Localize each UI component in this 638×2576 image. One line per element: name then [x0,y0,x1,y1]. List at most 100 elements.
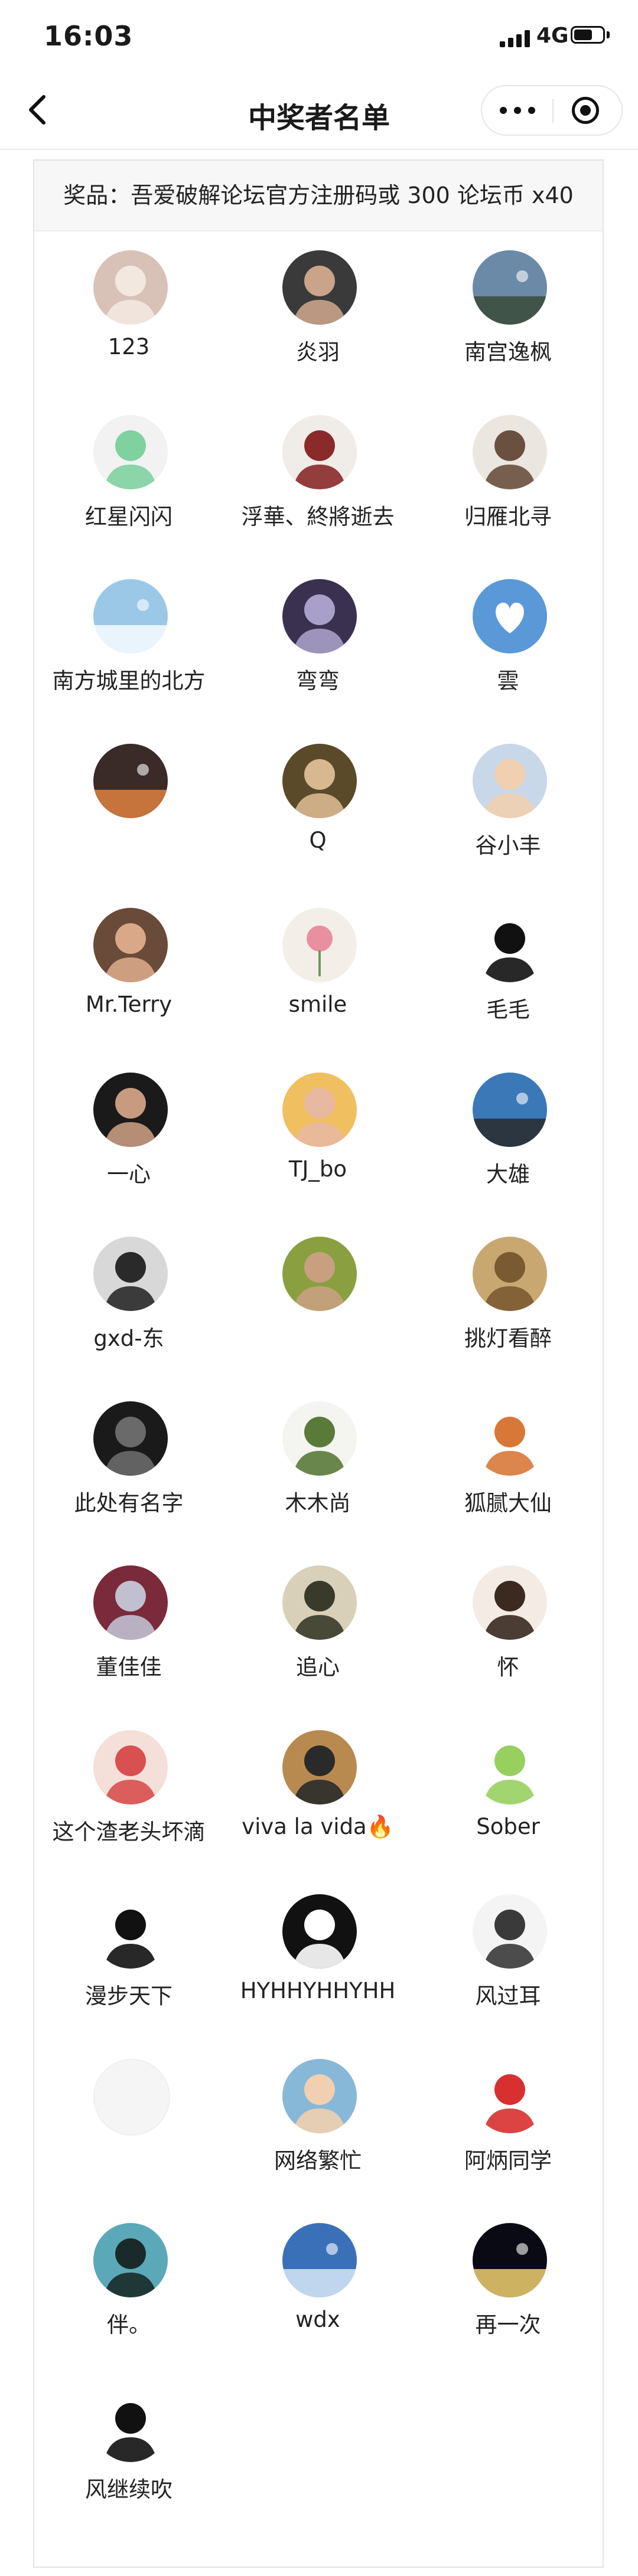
avatar [473,1072,547,1147]
winner-item: 归雁北寻 [414,400,603,564]
avatar [473,250,547,325]
winner-name: smile [288,992,347,1017]
avatar [93,2223,168,2297]
winner-item: gxd-东 [34,1221,223,1385]
winner-name: 大雄 [486,1161,530,1187]
winner-name: 阿炳同学 [464,2147,552,2173]
avatar [282,908,357,982]
avatar [473,2223,547,2297]
winner-name: 伴。 [107,2312,151,2338]
winner-name: gxd-东 [93,1326,164,1351]
prize-banner: 奖品：吾爱破解论坛官方注册码或 300 论坛币 x40 [34,161,603,231]
winner-item: 木木尚 [223,1386,412,1550]
avatar [282,250,357,325]
winner-name: 南方城里的北方 [52,668,206,694]
winner-item: 一心 [34,1057,223,1221]
more-dots-icon[interactable] [500,104,535,118]
winner-name: 弯弯 [296,668,340,694]
battery-icon [571,26,605,44]
winner-name: 南宫逸枫 [464,339,552,365]
winner-name: HYHHYHHYHH [240,1978,396,2003]
nav-bar: 中奖者名单 [0,76,638,150]
avatar [93,1894,168,1969]
avatar [93,908,168,982]
winner-item: 阿炳同学 [414,2044,603,2208]
avatar [282,2058,357,2133]
network-type: 4G [536,24,569,48]
signal-icon [500,30,533,47]
winner-item: smile [223,893,412,1057]
avatar [473,414,547,489]
winner-name: 追心 [296,1655,340,1680]
avatar [282,1401,357,1476]
winner-name: 雲 [497,668,519,694]
capsule-divider [552,99,554,123]
winner-name: 木木尚 [285,1490,351,1516]
winner-item: 南宫逸枫 [414,235,603,399]
winner-item: TJ_bo [223,1057,412,1221]
winner-item: HYHHYHHYHH [223,1879,412,2043]
winner-name: Q [309,827,327,853]
winner-item: 毛毛 [414,893,603,1057]
avatar [282,743,357,818]
avatar [93,1237,168,1311]
avatar [473,908,547,982]
winner-item: 狐腻大仙 [414,1386,603,1550]
winner-name: 此处有名字 [74,1490,184,1516]
winner-name: 风继续吹 [85,2476,172,2502]
avatar [282,579,357,653]
winner-item: wdx [223,2208,412,2372]
winner-name: 漫步天下 [85,1983,172,2009]
avatar [473,1730,547,1804]
avatar [93,579,168,653]
winner-name: 123 [108,334,150,359]
winner-item: 风继续吹 [34,2372,223,2536]
avatar [473,1894,547,1969]
winner-item: 123 [34,235,223,399]
avatar [282,1237,357,1311]
winner-item: Sober [414,1715,603,1879]
winner-name: 浮華、終將逝去 [241,504,395,529]
winner-item: viva la vida🔥 [223,1715,412,1879]
winner-name: Mr.Terry [85,992,172,1017]
winner-name: 挑灯看醉 [464,1326,552,1351]
winner-item: 浮華、終將逝去 [223,400,412,564]
avatar [282,1565,357,1640]
winner-item: 此处有名字 [34,1386,223,1550]
close-target-icon[interactable] [572,97,599,124]
winner-item: 谷小丰 [414,728,603,893]
winner-item: 再一次 [414,2208,603,2372]
winner-name: 毛毛 [486,997,530,1022]
winner-name: TJ_bo [288,1156,347,1182]
mini-program-capsule [481,85,623,136]
winner-name: 董佳佳 [96,1655,162,1680]
winner-item: 大雄 [414,1057,603,1221]
winner-item: 网络繁忙 [223,2044,412,2208]
winner-name: wdx [295,2307,340,2332]
avatar [93,1401,168,1476]
avatar [473,579,547,653]
avatar [473,2058,547,2133]
winner-item: 弯弯 [223,564,412,728]
avatar [93,250,168,325]
winner-name: 炎羽 [296,339,340,365]
winner-item: 南方城里的北方 [34,564,223,728]
winner-name: 狐腻大仙 [464,1490,552,1516]
avatar [473,1401,547,1476]
battery-tip [607,31,610,38]
winner-item: 漫步天下 [34,1879,223,2043]
winner-name: viva la vida🔥 [242,1813,394,1839]
avatar [282,1072,357,1147]
winner-item: 炎羽 [223,235,412,399]
avatar [282,1730,357,1804]
winner-name: 怀 [497,1655,519,1680]
avatar [93,2387,168,2462]
winner-item: 红星闪闪 [34,400,223,564]
winner-name: 这个渣老头坏滴 [52,1819,206,1845]
winner-name: 红星闪闪 [85,504,172,529]
winner-item [34,2044,223,2208]
avatar [282,2223,357,2297]
status-bar: 16:03 4G [0,0,638,76]
avatar [93,2058,170,2136]
avatar [93,1565,168,1640]
